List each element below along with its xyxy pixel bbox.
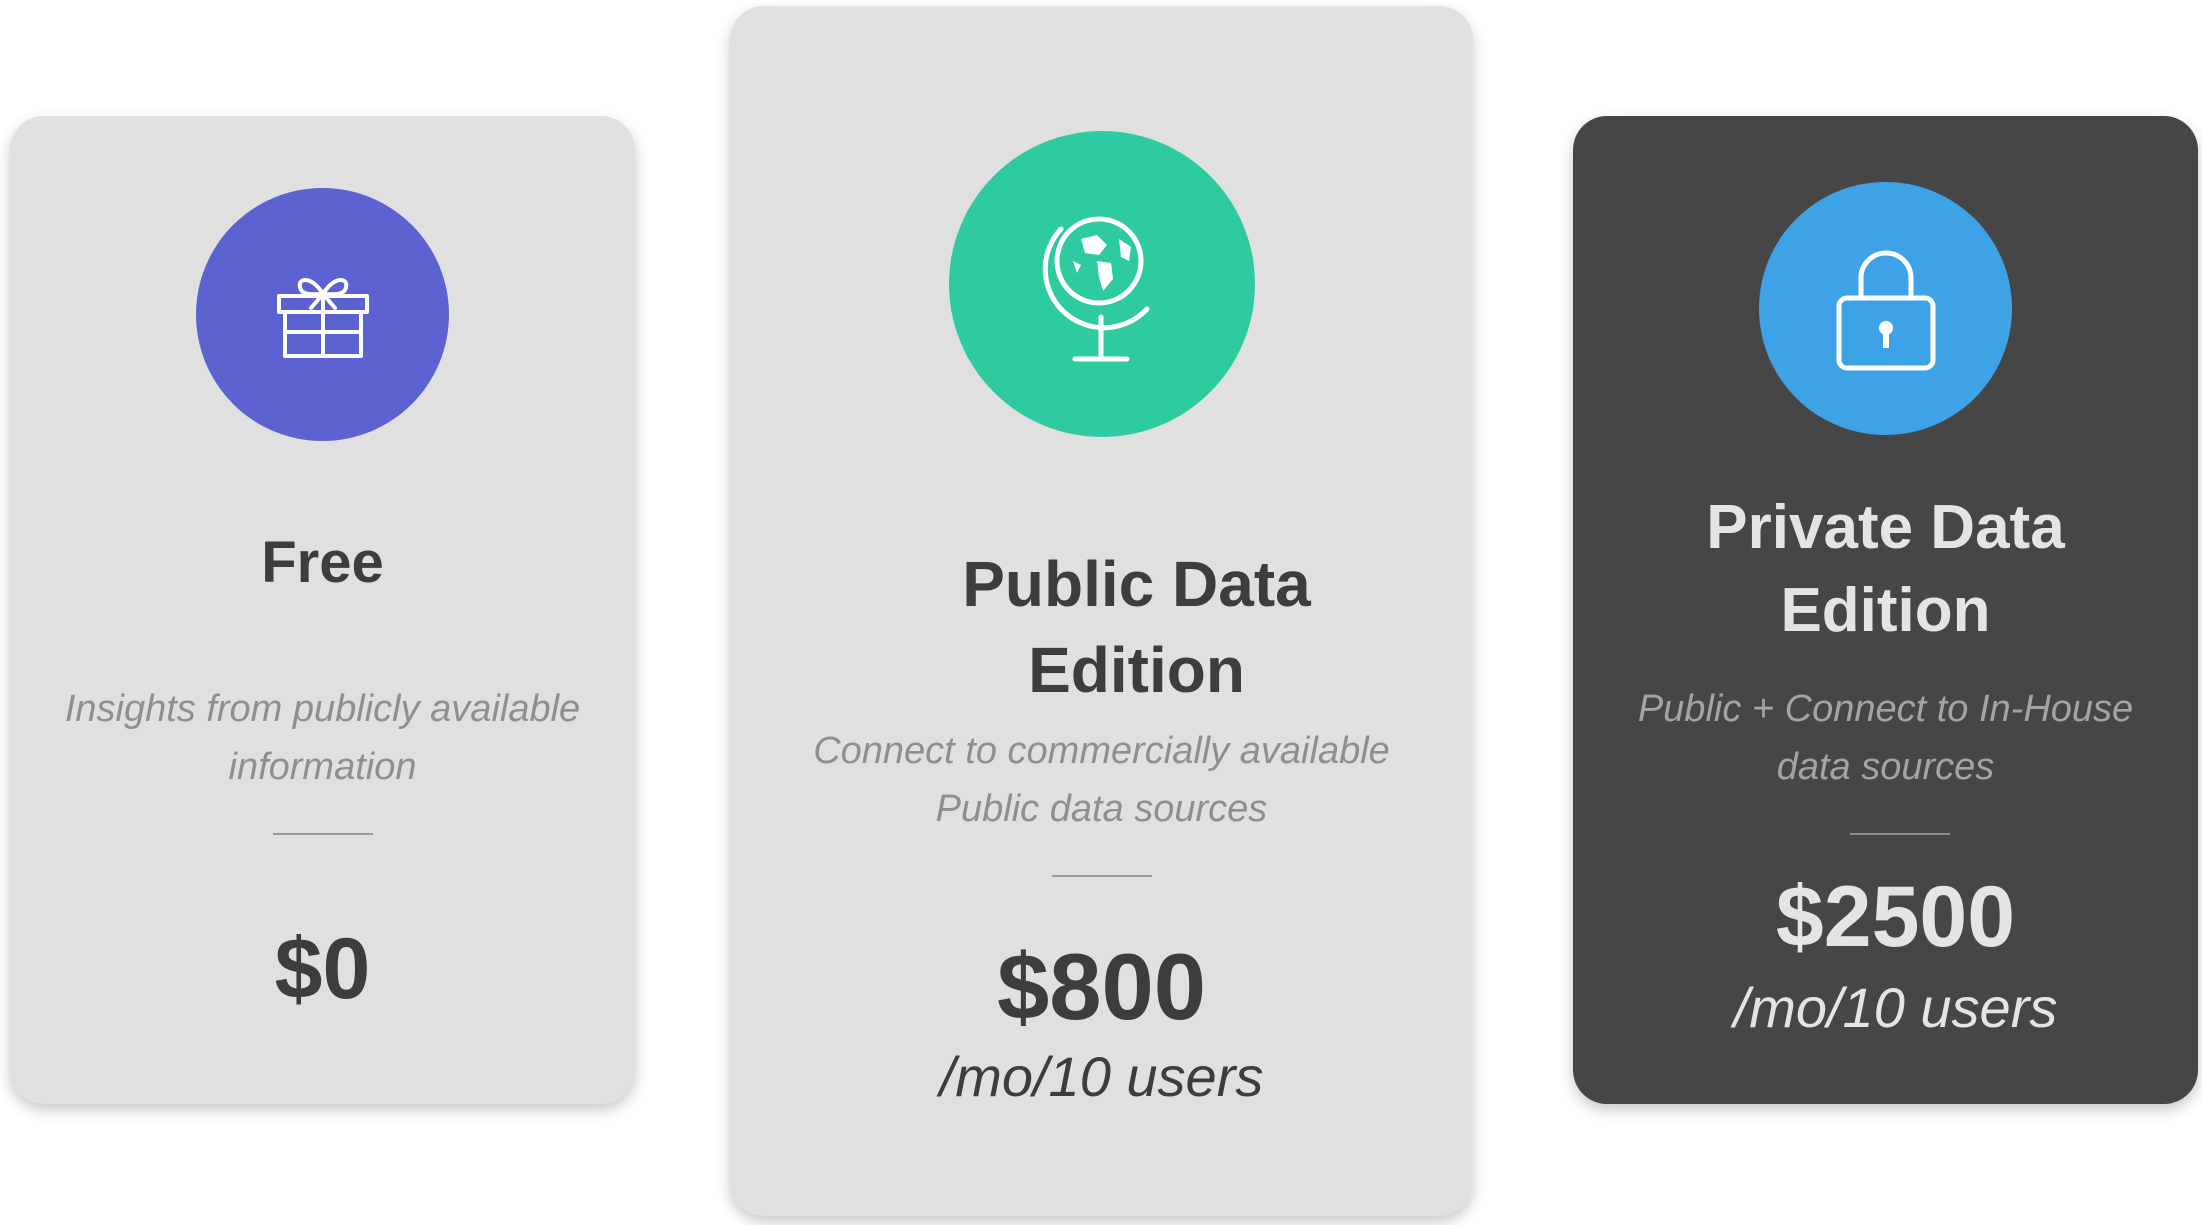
plan-card-private[interactable]: Private Data Edition Public + Connect to…: [1573, 116, 2198, 1104]
public-icon-circle: [949, 131, 1255, 437]
plan-price-unit: /mo/10 users: [1733, 976, 2058, 1039]
divider: [1850, 833, 1950, 835]
plan-price: $0: [274, 921, 371, 1017]
plan-title: Private Data Edition: [1706, 493, 2065, 646]
lock-icon: [1836, 250, 1935, 370]
divider: [1052, 875, 1152, 877]
plan-card-free[interactable]: Free Insights from publicly available in…: [10, 116, 635, 1104]
plan-price: $800: [996, 934, 1207, 1039]
plan-title: Free: [261, 530, 384, 595]
plan-card-public[interactable]: Public Data Edition Connect to commercia…: [730, 6, 1473, 1216]
free-icon-circle: [196, 188, 449, 441]
divider: [273, 833, 373, 835]
globe-icon: [1042, 216, 1150, 362]
plan-price: $2500: [1775, 869, 2016, 965]
plan-description: Public + Connect to In-House data source…: [1637, 688, 2134, 788]
gift-icon: [276, 277, 369, 358]
plan-price-unit: /mo/10 users: [939, 1045, 1264, 1108]
plan-description: Connect to commercially available Public…: [813, 730, 1390, 830]
private-icon-circle: [1759, 182, 2012, 435]
plan-title: Public Data Edition: [962, 548, 1311, 706]
plan-description: Insights from publicly available informa…: [64, 688, 581, 788]
